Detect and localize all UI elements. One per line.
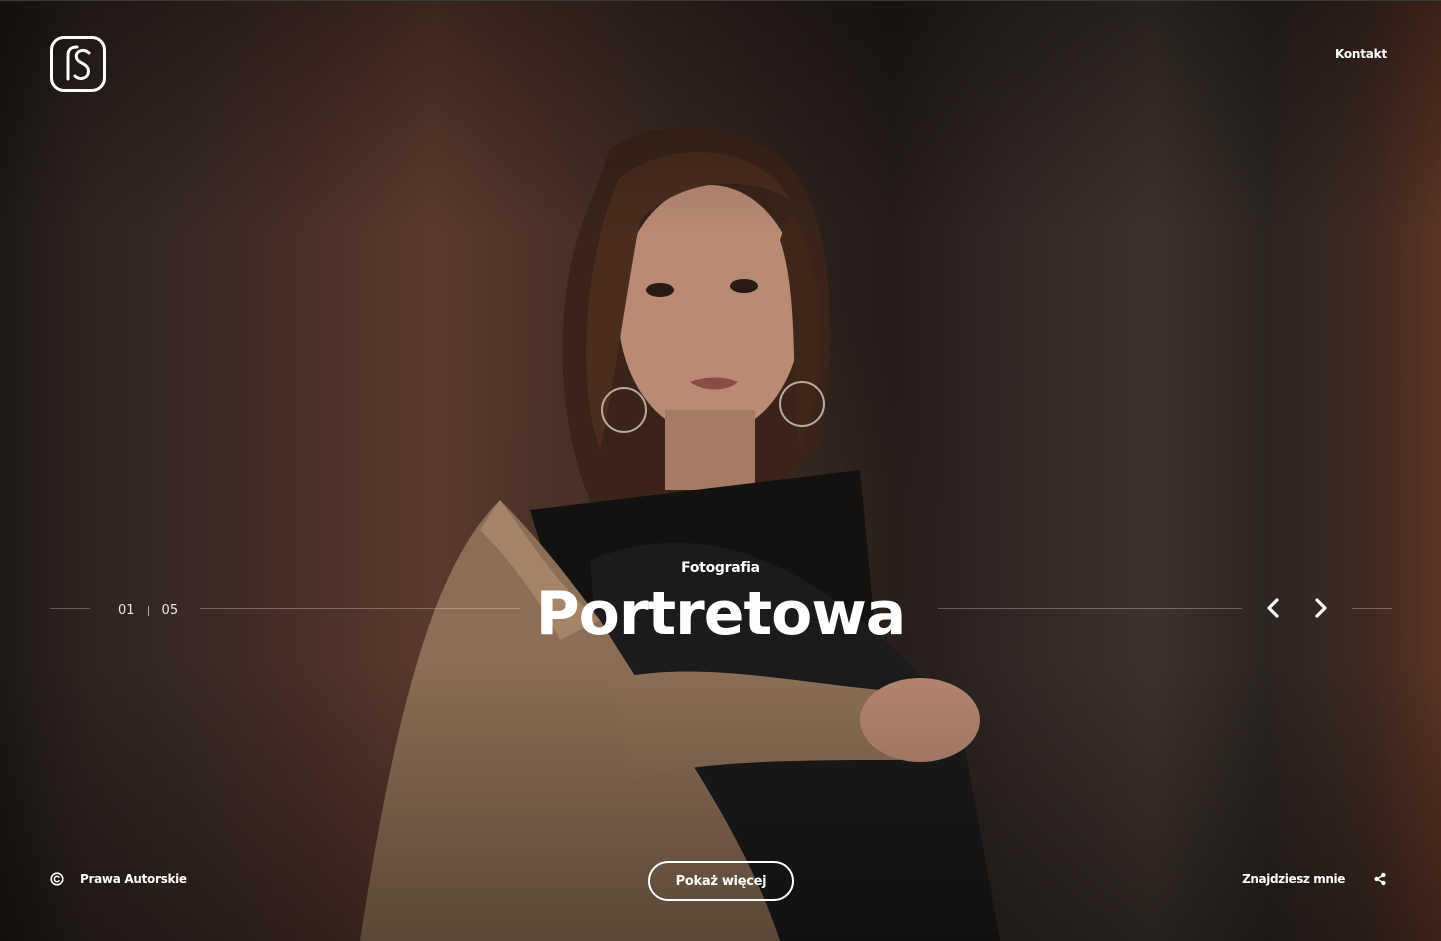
nav-contact-link[interactable]: Kontakt [1335,47,1387,61]
divider-line [1352,608,1392,609]
copyright: Prawa Autorskie [50,872,187,886]
share-icon[interactable] [1373,872,1387,886]
hero-slider: Kontakt 01 05 Fotografia Portretowa Praw… [0,0,1441,941]
social-label: Znajdziesz mnie [1242,872,1345,886]
copyright-icon [50,872,64,886]
fs-monogram-logo-icon[interactable] [50,36,106,92]
top-border [0,0,1441,1]
slide-subtitle: Fotografia [681,560,760,576]
social-share[interactable]: Znajdziesz mnie [1242,872,1387,886]
show-more-button[interactable]: Pokaż więcej [648,861,794,901]
next-arrow-graphic [1315,598,1327,618]
chevron-right-icon[interactable] [1310,596,1332,620]
copyright-label: Prawa Autorskie [80,872,187,886]
divider-line [938,608,1242,609]
vignette-overlay [0,0,1441,941]
prev-arrow-graphic [1267,598,1279,618]
chevron-left-icon[interactable] [1262,596,1284,620]
logo-mark [66,45,91,81]
slide-title: Portretowa [535,579,907,649]
